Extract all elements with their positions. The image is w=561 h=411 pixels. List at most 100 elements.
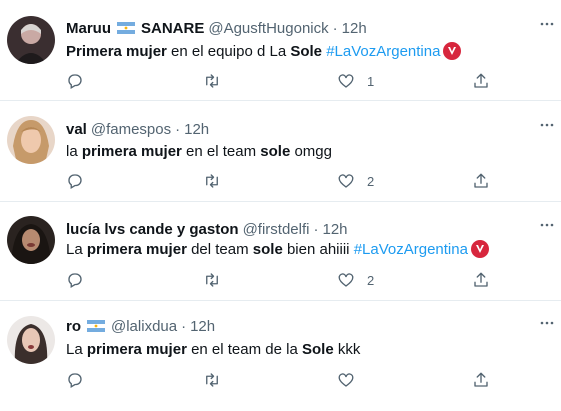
timestamp[interactable]: 12h xyxy=(184,121,209,138)
retweet-button[interactable] xyxy=(202,269,222,291)
retweet-icon xyxy=(206,174,218,188)
retweet-icon xyxy=(206,273,218,287)
tweet-feed: Maruu SANARE @AgusftHugonick · 12h Prime… xyxy=(0,0,561,411)
avatar[interactable] xyxy=(7,216,55,264)
text-plain: omgg xyxy=(290,142,332,160)
heart-icon xyxy=(338,273,354,287)
tweet-text: Primera mujer en el equipo d La Sole #La… xyxy=(66,40,462,62)
text-bold: primera mujer xyxy=(86,340,187,358)
separator-dot: · xyxy=(313,220,319,238)
timestamp[interactable]: 12h xyxy=(342,20,367,37)
separator-dot: · xyxy=(332,19,338,37)
reply-button[interactable] xyxy=(66,70,84,92)
more-icon[interactable] xyxy=(539,313,555,325)
like-count: 2 xyxy=(367,272,375,288)
heart-icon xyxy=(338,74,354,88)
user-handle[interactable]: @lalixdua xyxy=(111,318,177,335)
tweet-4[interactable]: ro @lalixdua · 12h La primera mujer en e… xyxy=(0,301,561,411)
reply-icon xyxy=(68,273,82,288)
la-voz-badge-icon xyxy=(470,240,489,258)
timestamp[interactable]: 12h xyxy=(190,318,215,335)
share-icon xyxy=(474,372,488,387)
text-plain: en el team de la xyxy=(186,340,302,358)
retweet-button[interactable] xyxy=(202,170,222,192)
more-icon[interactable] xyxy=(539,115,555,127)
reply-icon xyxy=(68,174,82,189)
retweet-icon xyxy=(206,373,218,387)
heart-icon xyxy=(338,174,354,188)
user-handle[interactable]: @famespos xyxy=(91,121,171,138)
display-name[interactable]: lucía lvs cande y gaston xyxy=(66,221,239,238)
user-handle[interactable]: @AgusftHugonick xyxy=(208,20,328,37)
hashtag-link[interactable]: #LaVozArgentina xyxy=(354,241,468,258)
share-icon xyxy=(474,173,488,188)
display-name[interactable]: Maruu xyxy=(66,20,111,37)
display-name[interactable]: val xyxy=(66,121,87,138)
display-name-suffix[interactable]: SANARE xyxy=(141,20,204,37)
text-bold: Primera mujer xyxy=(66,42,167,60)
retweet-button[interactable] xyxy=(202,369,222,391)
tweet-1[interactable]: Maruu SANARE @AgusftHugonick · 12h Prime… xyxy=(0,0,561,101)
more-icon[interactable] xyxy=(539,215,555,227)
reply-button[interactable] xyxy=(66,269,84,291)
share-icon xyxy=(474,73,488,88)
avatar[interactable] xyxy=(7,116,55,164)
la-voz-badge-icon xyxy=(443,42,462,60)
user-handle[interactable]: @firstdelfi xyxy=(243,221,310,238)
hashtag-link[interactable]: #LaVozArgentina xyxy=(326,43,440,60)
text-plain: bien ahiiii xyxy=(282,240,354,258)
tweet-header: lucía lvs cande y gaston @firstdelfi · 1… xyxy=(66,219,348,239)
share-button[interactable] xyxy=(472,369,490,391)
tweet-header: Maruu SANARE @AgusftHugonick · 12h xyxy=(66,18,367,38)
tweet-header: val @famespos · 12h xyxy=(66,119,209,139)
like-count: 1 xyxy=(367,73,375,89)
tweet-3[interactable]: lucía lvs cande y gaston @firstdelfi · 1… xyxy=(0,202,561,301)
text-bold: sole xyxy=(252,240,283,258)
like-button[interactable] xyxy=(337,369,367,391)
share-button[interactable] xyxy=(472,70,490,92)
text-plain: en el equipo d La xyxy=(166,42,291,60)
argentina-flag-icon xyxy=(117,22,135,34)
reply-button[interactable] xyxy=(66,369,84,391)
tweet-header: ro @lalixdua · 12h xyxy=(66,316,215,336)
text-plain: del team xyxy=(186,240,253,258)
tweet-text: La primera mujer del team sole bien ahii… xyxy=(66,238,489,260)
text-plain: La xyxy=(66,240,87,258)
retweet-icon xyxy=(206,74,218,88)
text-plain: la xyxy=(66,142,82,160)
reply-icon xyxy=(68,74,82,89)
text-bold: primera mujer xyxy=(81,142,182,160)
like-count: 2 xyxy=(367,173,375,189)
tweet-text: La primera mujer en el team de la Sole k… xyxy=(66,338,360,360)
separator-dot: · xyxy=(175,120,181,138)
avatar[interactable] xyxy=(7,316,55,364)
text-bold: sole xyxy=(260,142,291,160)
timestamp[interactable]: 12h xyxy=(323,221,348,238)
text-plain: kkk xyxy=(333,340,361,358)
like-button[interactable]: 2 xyxy=(337,170,374,192)
tweet-actions: 2 xyxy=(0,269,561,291)
like-button[interactable]: 2 xyxy=(337,269,374,291)
avatar[interactable] xyxy=(7,16,55,64)
text-plain: La xyxy=(66,340,87,358)
tweet-2[interactable]: val @famespos · 12h la primera mujer en … xyxy=(0,101,561,202)
tweet-actions: 2 xyxy=(0,170,561,192)
share-button[interactable] xyxy=(472,269,490,291)
tweet-actions: 1 xyxy=(0,70,561,92)
share-button[interactable] xyxy=(472,170,490,192)
retweet-button[interactable] xyxy=(202,70,222,92)
heart-icon xyxy=(338,373,354,387)
separator-dot: · xyxy=(181,317,187,335)
tweet-text: la primera mujer en el team sole omgg xyxy=(66,140,332,162)
tweet-actions xyxy=(0,369,561,391)
share-icon xyxy=(474,272,488,287)
text-bold: primera mujer xyxy=(86,240,187,258)
more-icon[interactable] xyxy=(539,14,555,26)
display-name[interactable]: ro xyxy=(66,318,81,335)
reply-button[interactable] xyxy=(66,170,84,192)
like-button[interactable]: 1 xyxy=(337,70,374,92)
text-bold: Sole xyxy=(290,42,323,60)
text-plain: en el team xyxy=(181,142,261,160)
argentina-flag-icon xyxy=(87,320,105,332)
reply-icon xyxy=(68,373,82,388)
